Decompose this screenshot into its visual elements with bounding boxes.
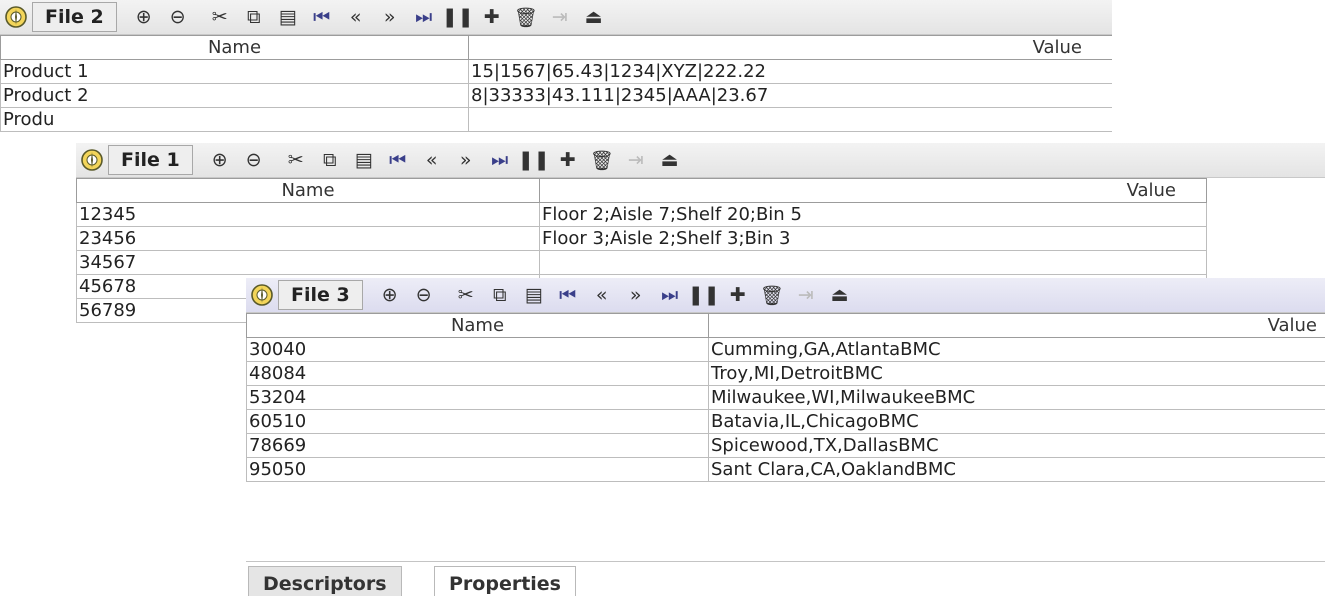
table-row[interactable]: 34567	[76, 250, 1207, 275]
file1-value-header[interactable]: Value	[539, 178, 1207, 203]
row-name[interactable]: 60510	[246, 409, 709, 434]
row-name[interactable]: 48084	[246, 361, 709, 386]
compass-icon[interactable]	[0, 2, 32, 32]
row-value[interactable]: Floor 3;Aisle 2;Shelf 3;Bin 3	[539, 226, 1207, 251]
row-value[interactable]: Sant Clara,CA,OaklandBMC	[708, 457, 1325, 482]
zoom-out-icon[interactable]: ⊖	[237, 145, 271, 175]
first-icon[interactable]: ⏮	[551, 280, 585, 310]
previous-icon[interactable]: «	[415, 145, 449, 175]
file2-toolbar: File 2 ⊕ ⊖ ✂ ⧉ ▤ ⏮ « » ⏭ ❚❚ ✚ 🗑 ⇥ ⏏	[0, 0, 1112, 35]
row-value[interactable]: Cumming,GA,AtlantaBMC	[708, 337, 1325, 362]
last-icon[interactable]: ⏭	[653, 280, 687, 310]
table-row[interactable]: 48084 Troy,MI,DetroitBMC	[246, 361, 1325, 386]
row-name[interactable]: Produ	[0, 107, 469, 132]
delete-icon[interactable]: 🗑	[509, 2, 543, 32]
tab-descriptors[interactable]: Descriptors	[248, 566, 402, 596]
paste-icon[interactable]: ▤	[347, 145, 381, 175]
add-icon[interactable]: ✚	[551, 145, 585, 175]
previous-icon[interactable]: «	[339, 2, 373, 32]
delete-icon[interactable]: 🗑	[585, 145, 619, 175]
add-icon[interactable]: ✚	[721, 280, 755, 310]
row-name[interactable]: 78669	[246, 433, 709, 458]
row-name[interactable]: 12345	[76, 202, 540, 227]
cut-icon[interactable]: ✂	[203, 2, 237, 32]
zoom-in-icon[interactable]: ⊕	[127, 2, 161, 32]
import-icon[interactable]: ⏏	[577, 2, 611, 32]
file3-panel: File 3 ⊕ ⊖ ✂ ⧉ ▤ ⏮ « » ⏭ ❚❚ ✚ 🗑 ⇥ ⏏ Name…	[246, 278, 1325, 596]
row-value[interactable]: Troy,MI,DetroitBMC	[708, 361, 1325, 386]
delete-icon[interactable]: 🗑	[755, 280, 789, 310]
row-value[interactable]: Floor 2;Aisle 7;Shelf 20;Bin 5	[539, 202, 1207, 227]
row-name[interactable]: Product 2	[0, 83, 469, 108]
file3-name-header[interactable]: Name	[246, 313, 709, 338]
pause-icon[interactable]: ❚❚	[687, 280, 721, 310]
paste-icon[interactable]: ▤	[517, 280, 551, 310]
row-name[interactable]: 30040	[246, 337, 709, 362]
file2-table: Name Value Product 1 15|1567|65.43|1234|…	[0, 35, 1112, 132]
add-icon[interactable]: ✚	[475, 2, 509, 32]
table-row[interactable]: 23456 Floor 3;Aisle 2;Shelf 3;Bin 3	[76, 226, 1207, 251]
paste-icon[interactable]: ▤	[271, 2, 305, 32]
file3-value-header[interactable]: Value	[708, 313, 1325, 338]
table-row[interactable]: Produ	[0, 107, 1112, 132]
tab-properties[interactable]: Properties	[434, 566, 576, 596]
export-icon[interactable]: ⇥	[543, 2, 577, 32]
row-name[interactable]: 23456	[76, 226, 540, 251]
previous-icon[interactable]: «	[585, 280, 619, 310]
export-icon[interactable]: ⇥	[619, 145, 653, 175]
file3-toolbar: File 3 ⊕ ⊖ ✂ ⧉ ▤ ⏮ « » ⏭ ❚❚ ✚ 🗑 ⇥ ⏏	[246, 278, 1325, 313]
table-row[interactable]: 53204 Milwaukee,WI,MilwaukeeBMC	[246, 385, 1325, 410]
zoom-out-icon[interactable]: ⊖	[161, 2, 195, 32]
pause-icon[interactable]: ❚❚	[441, 2, 475, 32]
table-row[interactable]: 12345 Floor 2;Aisle 7;Shelf 20;Bin 5	[76, 202, 1207, 227]
first-icon[interactable]: ⏮	[381, 145, 415, 175]
row-value[interactable]: Batavia,IL,ChicagoBMC	[708, 409, 1325, 434]
file1-title[interactable]: File 1	[108, 145, 193, 175]
first-icon[interactable]: ⏮	[305, 2, 339, 32]
row-name[interactable]: 53204	[246, 385, 709, 410]
compass-icon[interactable]	[76, 145, 108, 175]
import-icon[interactable]: ⏏	[823, 280, 857, 310]
file1-name-header[interactable]: Name	[76, 178, 540, 203]
row-name[interactable]: 34567	[76, 250, 540, 275]
next-icon[interactable]: »	[619, 280, 653, 310]
table-row[interactable]: 60510 Batavia,IL,ChicagoBMC	[246, 409, 1325, 434]
file1-toolbar: File 1 ⊕ ⊖ ✂ ⧉ ▤ ⏮ « » ⏭ ❚❚ ✚ 🗑 ⇥ ⏏	[76, 143, 1325, 178]
cut-icon[interactable]: ✂	[279, 145, 313, 175]
import-icon[interactable]: ⏏	[653, 145, 687, 175]
cut-icon[interactable]: ✂	[449, 280, 483, 310]
file3-title[interactable]: File 3	[278, 280, 363, 310]
export-icon[interactable]: ⇥	[789, 280, 823, 310]
copy-icon[interactable]: ⧉	[483, 280, 517, 310]
table-row[interactable]: Product 1 15|1567|65.43|1234|XYZ|222.22	[0, 59, 1112, 84]
row-name[interactable]: Product 1	[0, 59, 469, 84]
table-row[interactable]: 30040 Cumming,GA,AtlantaBMC	[246, 337, 1325, 362]
file3-table: Name Value 30040 Cumming,GA,AtlantaBMC 4…	[246, 313, 1325, 482]
copy-icon[interactable]: ⧉	[313, 145, 347, 175]
table-row[interactable]: 95050 Sant Clara,CA,OaklandBMC	[246, 457, 1325, 482]
file2-value-header[interactable]: Value	[468, 35, 1112, 60]
row-value[interactable]: 8|33333|43.111|2345|AAA|23.67	[468, 83, 1112, 108]
row-value[interactable]: Spicewood,TX,DallasBMC	[708, 433, 1325, 458]
file3-bottom-tabs: Descriptors Properties	[246, 561, 1325, 596]
row-name[interactable]: 95050	[246, 457, 709, 482]
file2-title[interactable]: File 2	[32, 2, 117, 32]
last-icon[interactable]: ⏭	[483, 145, 517, 175]
table-row[interactable]: 78669 Spicewood,TX,DallasBMC	[246, 433, 1325, 458]
next-icon[interactable]: »	[373, 2, 407, 32]
zoom-in-icon[interactable]: ⊕	[203, 145, 237, 175]
row-value[interactable]	[539, 250, 1207, 275]
zoom-in-icon[interactable]: ⊕	[373, 280, 407, 310]
copy-icon[interactable]: ⧉	[237, 2, 271, 32]
pause-icon[interactable]: ❚❚	[517, 145, 551, 175]
row-value[interactable]: 15|1567|65.43|1234|XYZ|222.22	[468, 59, 1112, 84]
last-icon[interactable]: ⏭	[407, 2, 441, 32]
file2-name-header[interactable]: Name	[0, 35, 469, 60]
row-value[interactable]: Milwaukee,WI,MilwaukeeBMC	[708, 385, 1325, 410]
compass-icon[interactable]	[246, 280, 278, 310]
row-value[interactable]	[468, 107, 1112, 132]
next-icon[interactable]: »	[449, 145, 483, 175]
table-row[interactable]: Product 2 8|33333|43.111|2345|AAA|23.67	[0, 83, 1112, 108]
zoom-out-icon[interactable]: ⊖	[407, 280, 441, 310]
